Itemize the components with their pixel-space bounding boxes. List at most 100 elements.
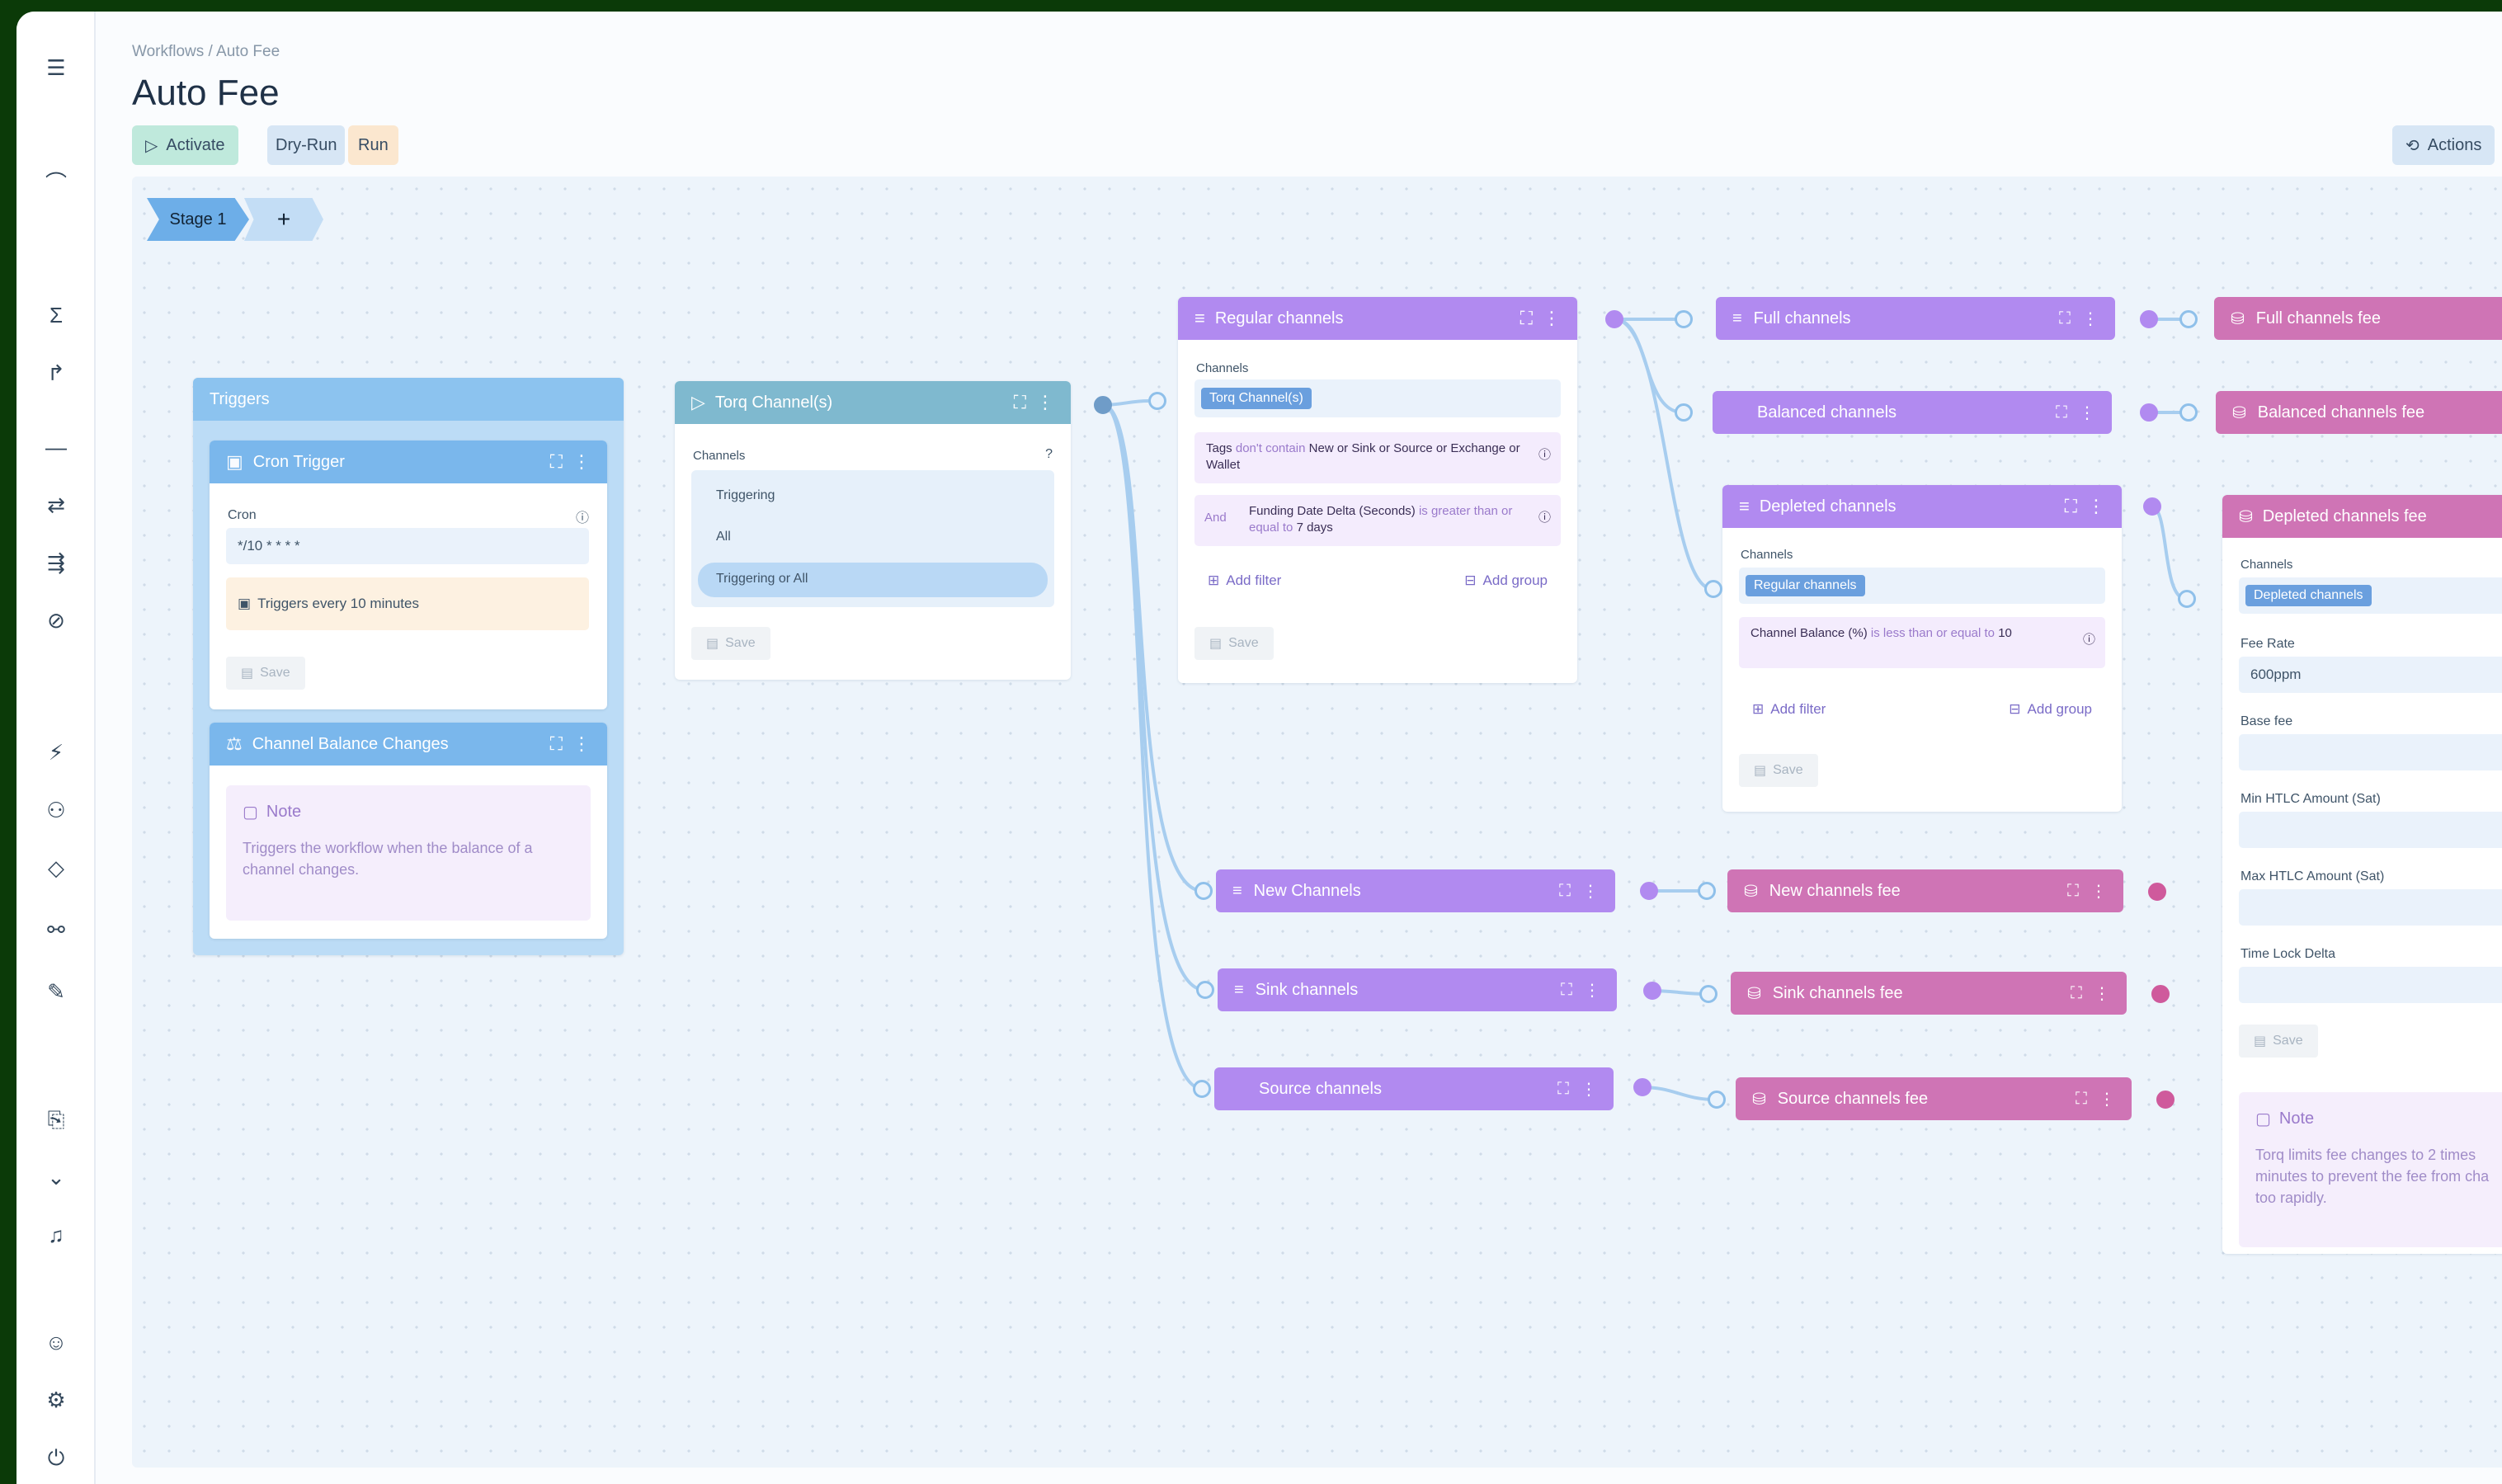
- expand-icon[interactable]: ⛶: [2071, 984, 2082, 1003]
- filter-row-1[interactable]: Tags don't contain New or Sink or Source…: [1194, 432, 1561, 483]
- stage-1-tab[interactable]: Stage 1: [147, 198, 249, 241]
- expand-icon[interactable]: ⛶: [550, 451, 563, 473]
- info-icon[interactable]: ⓘ: [1538, 447, 1551, 464]
- torq-save-button[interactable]: ▤ Save: [691, 627, 770, 660]
- regular-output-handle[interactable]: [1605, 310, 1623, 328]
- full-channels-node[interactable]: ≡ Full channels ⛶ ⋮: [1716, 297, 2115, 340]
- option-triggering[interactable]: Triggering: [716, 488, 775, 503]
- channel-chip[interactable]: Torq Channel(s): [1201, 388, 1312, 409]
- expand-icon[interactable]: ⛶: [2067, 882, 2079, 901]
- balance-trigger-node[interactable]: ⚖ Channel Balance Changes ⛶ ⋮ ▢ Note Trig…: [210, 723, 607, 939]
- info-icon[interactable]: ⓘ: [1538, 510, 1551, 526]
- more-icon[interactable]: ⋮: [1584, 980, 1600, 1001]
- balanced-input-handle[interactable]: [1675, 403, 1693, 422]
- more-icon[interactable]: ⋮: [1581, 1079, 1597, 1100]
- full-input-handle[interactable]: [1675, 310, 1693, 328]
- max-htlc-input[interactable]: [2239, 889, 2502, 926]
- option-triggering-or-all[interactable]: Triggering or All: [698, 563, 1048, 597]
- min-htlc-input[interactable]: [2239, 812, 2502, 848]
- source-input-handle[interactable]: [1193, 1080, 1211, 1098]
- more-icon[interactable]: ⋮: [2099, 1089, 2115, 1109]
- sink-output-handle[interactable]: [1643, 982, 1661, 1000]
- more-icon[interactable]: ⋮: [572, 451, 591, 473]
- actions-button[interactable]: ⟲ Actions: [2392, 125, 2495, 165]
- cron-trigger-header[interactable]: ▣ Cron Trigger ⛶ ⋮: [210, 440, 607, 483]
- expand-icon[interactable]: ⛶: [1557, 1080, 1569, 1099]
- peers-icon[interactable]: ⚇: [41, 795, 71, 825]
- logout-icon[interactable]: ⏻: [41, 1443, 71, 1472]
- expand-icon[interactable]: ⛶: [2056, 403, 2067, 422]
- forward-icon[interactable]: ↱: [41, 358, 71, 388]
- automation-icon[interactable]: ✎: [41, 977, 71, 1006]
- regular-channels-header[interactable]: ≡ Regular channels ⛶ ⋮: [1178, 297, 1577, 340]
- expand-icon[interactable]: ⛶: [1520, 308, 1533, 329]
- fee-rate-input[interactable]: 600ppm: [2239, 657, 2502, 693]
- new-channels-node[interactable]: ≡ New Channels ⛶ ⋮: [1216, 869, 1615, 912]
- sink-input-handle[interactable]: [1196, 981, 1214, 999]
- expand-icon[interactable]: ⛶: [1559, 882, 1571, 901]
- sink-fee-output-handle[interactable]: [2151, 985, 2170, 1003]
- cron-save-button[interactable]: ▤ Save: [226, 657, 305, 690]
- tags-icon[interactable]: ◇: [41, 853, 71, 883]
- torq-channels-node[interactable]: ▷ Torq Channel(s) ⛶ ⋮ Channels ? Trigger…: [675, 381, 1071, 680]
- cron-trigger-node[interactable]: ▣ Cron Trigger ⛶ ⋮ Cron ⓘ */10 * * * * ▣…: [210, 440, 607, 709]
- more-icon[interactable]: ⋮: [2082, 309, 2099, 329]
- channel-chip[interactable]: Depleted channels: [2245, 585, 2372, 606]
- dashboard-icon[interactable]: ⌒: [41, 168, 71, 198]
- more-icon[interactable]: ⋮: [1582, 881, 1599, 902]
- depleted-fee-input-handle[interactable]: [2178, 590, 2196, 608]
- regular-input-handle[interactable]: [1148, 392, 1166, 410]
- sink-channels-fee-node[interactable]: ⛁ Sink channels fee ⛶ ⋮: [1731, 972, 2127, 1015]
- balanced-channels-fee-node[interactable]: ⛁ Balanced channels fee: [2216, 391, 2502, 434]
- depleted-channels-node[interactable]: ≡ Depleted channels ⛶ ⋮ Channels Regular…: [1722, 485, 2122, 812]
- source-channels-fee-node[interactable]: ⛁ Source channels fee ⛶ ⋮: [1736, 1077, 2132, 1120]
- full-channels-fee-node[interactable]: ⛁ Full channels fee: [2214, 297, 2502, 340]
- depleted-save-button[interactable]: ▤ Save: [1739, 754, 1818, 787]
- nodes-icon[interactable]: ⎘: [41, 1105, 71, 1134]
- option-all[interactable]: All: [716, 530, 731, 544]
- menu-icon[interactable]: ☰: [41, 53, 71, 82]
- help-icon[interactable]: ?: [1045, 447, 1053, 462]
- help-icon[interactable]: ♫: [41, 1220, 71, 1250]
- balanced-output-handle[interactable]: [2140, 403, 2158, 422]
- add-stage-button[interactable]: +: [244, 198, 323, 241]
- balanced-fee-input-handle[interactable]: [2179, 403, 2198, 422]
- payments-icon[interactable]: ⇶: [41, 548, 71, 577]
- invoices-icon[interactable]: ⊘: [41, 605, 71, 635]
- breadcrumb[interactable]: Workflows / Auto Fee: [132, 43, 280, 61]
- more-icon[interactable]: ⋮: [2087, 496, 2105, 517]
- channels-select[interactable]: Depleted channels: [2239, 577, 2502, 614]
- expand-icon[interactable]: ⛶: [2059, 309, 2071, 328]
- filter-row-2[interactable]: And Funding Date Delta (Seconds) is grea…: [1194, 495, 1561, 546]
- run-button[interactable]: Run: [348, 125, 398, 165]
- new-fee-input-handle[interactable]: [1698, 882, 1716, 900]
- add-group-link[interactable]: ⊟ Add group: [2009, 701, 2092, 718]
- regular-channels-node[interactable]: ≡ Regular channels ⛶ ⋮ Channels Torq Cha…: [1178, 297, 1577, 683]
- channels-select[interactable]: Regular channels: [1739, 568, 2105, 604]
- expand-icon[interactable]: ⛶: [1561, 981, 1572, 1000]
- time-lock-input[interactable]: [2239, 967, 2502, 1003]
- expand-icon[interactable]: ⛶: [2065, 496, 2077, 517]
- more-icon[interactable]: ⋮: [2094, 983, 2110, 1004]
- filter-row[interactable]: Channel Balance (%) is less than or equa…: [1739, 617, 2105, 668]
- info-icon[interactable]: ⓘ: [576, 506, 589, 526]
- depleted-channels-fee-node[interactable]: ⛁ Depleted channels fee Channels Deplete…: [2222, 495, 2502, 1254]
- settings-icon[interactable]: ⚙: [41, 1385, 71, 1415]
- torq-channels-header[interactable]: ▷ Torq Channel(s) ⛶ ⋮: [675, 381, 1071, 424]
- info-icon[interactable]: ⓘ: [2083, 632, 2095, 648]
- source-channels-node[interactable]: Source channels ⛶ ⋮: [1214, 1067, 1614, 1110]
- user-icon[interactable]: ☺: [41, 1327, 71, 1357]
- expand-icon[interactable]: ⛶: [1014, 392, 1026, 413]
- torq-output-handle[interactable]: [1094, 396, 1112, 414]
- expand-icon[interactable]: ⛶: [550, 733, 563, 755]
- transactions-icon[interactable]: ⇄: [41, 490, 71, 520]
- channels-icon[interactable]: ⚡: [41, 737, 71, 767]
- more-icon[interactable]: ⋮: [2079, 403, 2095, 423]
- more-icon[interactable]: ⋮: [1036, 392, 1054, 413]
- activate-button[interactable]: ▷ Activate: [132, 125, 238, 165]
- depleted-channels-header[interactable]: ≡ Depleted channels ⛶ ⋮: [1722, 485, 2122, 528]
- add-group-link[interactable]: ⊟ Add group: [1464, 572, 1548, 589]
- expand-icon[interactable]: ⛶: [2076, 1090, 2087, 1109]
- new-input-handle[interactable]: [1194, 882, 1213, 900]
- source-fee-input-handle[interactable]: [1708, 1091, 1726, 1109]
